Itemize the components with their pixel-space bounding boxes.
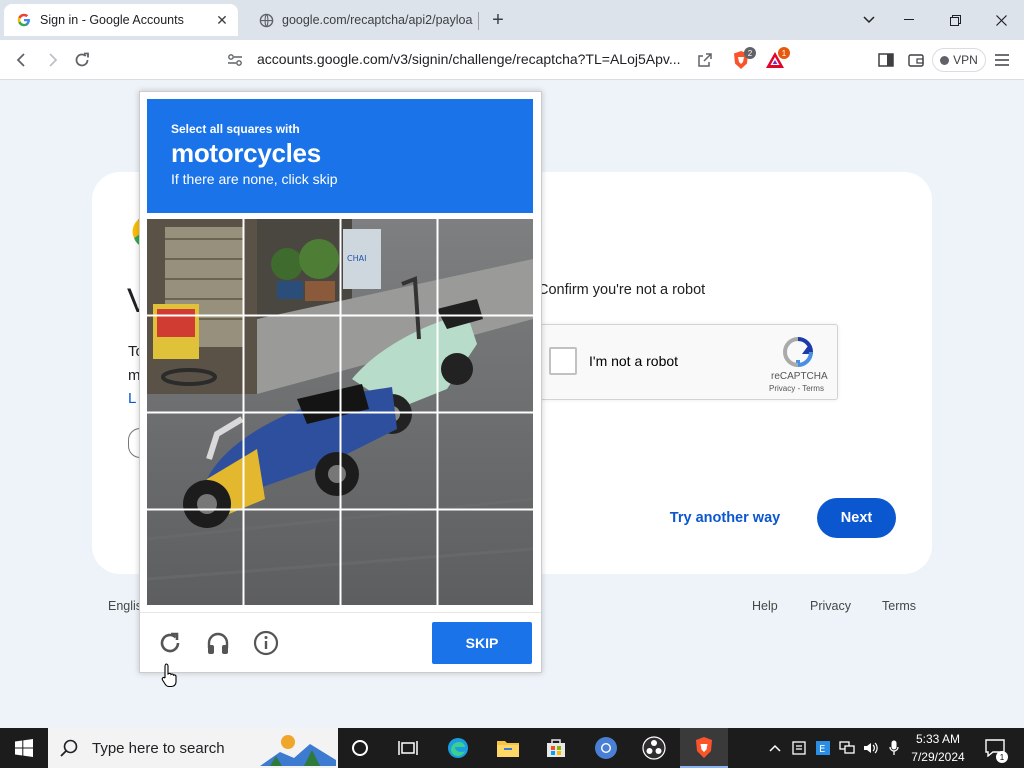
vpn-label: VPN: [953, 53, 978, 67]
grid-tile[interactable]: [438, 510, 533, 605]
url-text[interactable]: accounts.google.com/v3/signin/challenge/…: [257, 51, 682, 67]
edge-icon[interactable]: [434, 728, 482, 768]
grid-tile[interactable]: [244, 510, 339, 605]
windows-start-button[interactable]: [0, 728, 48, 768]
cortana-icon[interactable]: [336, 728, 384, 768]
next-button[interactable]: Next: [817, 498, 896, 538]
audio-headphones-icon[interactable]: [203, 628, 233, 658]
restore-button[interactable]: [932, 0, 978, 40]
language-selector[interactable]: Englis: [108, 599, 142, 613]
back-arrow-icon[interactable]: [8, 46, 36, 74]
volume-icon[interactable]: [860, 728, 882, 768]
reload-icon[interactable]: [68, 46, 96, 74]
notification-count-badge: 1: [996, 751, 1008, 763]
search-placeholder: Type here to search: [92, 739, 225, 757]
grid-tile[interactable]: [147, 413, 242, 508]
tab-signin[interactable]: Sign in - Google Accounts ✕: [4, 4, 238, 36]
chrome-icon[interactable]: [582, 728, 630, 768]
svg-text:E: E: [819, 744, 825, 755]
tab-recaptcha-payload[interactable]: google.com/recaptcha/api2/payloa: [246, 4, 476, 36]
obs-studio-icon[interactable]: [630, 728, 678, 768]
vpn-button[interactable]: VPN: [932, 48, 986, 72]
not-a-robot-label: I'm not a robot: [589, 353, 679, 369]
not-a-robot-checkbox[interactable]: [549, 347, 577, 375]
new-tab-button[interactable]: +: [486, 8, 510, 32]
learn-more-link-partial[interactable]: L: [128, 390, 136, 407]
info-icon[interactable]: [251, 628, 281, 658]
minimize-button[interactable]: [886, 0, 932, 40]
grid-tile[interactable]: [341, 316, 436, 411]
grid-tile[interactable]: [244, 219, 339, 314]
challenge-instruction-line: Select all squares with: [171, 122, 300, 136]
vpn-status-icon: [940, 55, 950, 65]
forward-arrow-icon[interactable]: [38, 46, 66, 74]
clock-date: 7/29/2024: [911, 750, 965, 764]
recaptcha-privacy-terms[interactable]: Privacy - Terms: [769, 384, 824, 393]
grid-tile[interactable]: [438, 413, 533, 508]
recaptcha-brand-text: reCAPTCHA: [771, 371, 828, 382]
grid-tile[interactable]: [341, 413, 436, 508]
google-g-icon: [16, 12, 32, 28]
globe-icon: [258, 12, 274, 28]
close-tab-icon[interactable]: ✕: [212, 10, 232, 30]
recaptcha-logo-icon: [782, 336, 814, 368]
tray-blue-app-icon[interactable]: E: [812, 728, 834, 768]
try-another-way-button[interactable]: Try another way: [664, 500, 786, 536]
confirm-robot-text: Confirm you're not a robot: [538, 282, 706, 298]
challenge-target-object: motorcycles: [171, 138, 321, 168]
challenge-skip-hint: If there are none, click skip: [171, 171, 338, 187]
search-icon: [60, 739, 78, 757]
tab-title: google.com/recaptcha/api2/payloa: [282, 13, 473, 27]
hand-cursor-icon: [161, 663, 177, 688]
taskbar-search-box[interactable]: Type here to search: [48, 728, 338, 768]
menu-hamburger-icon[interactable]: [988, 46, 1016, 74]
close-window-button[interactable]: [978, 0, 1024, 40]
search-highlight-illustration: [260, 735, 336, 766]
grid-tile[interactable]: [438, 316, 533, 411]
site-info-icon[interactable]: [221, 46, 249, 74]
grid-tile[interactable]: [438, 219, 533, 314]
reload-challenge-icon[interactable]: [155, 628, 185, 658]
tray-app-icon[interactable]: [788, 728, 810, 768]
privacy-link[interactable]: Privacy: [810, 599, 851, 613]
terms-link[interactable]: Terms: [882, 599, 916, 613]
tray-overflow-chevron-icon[interactable]: [764, 728, 786, 768]
task-view-icon[interactable]: [384, 728, 432, 768]
grid-tile[interactable]: [147, 316, 242, 411]
tab-separator: [478, 12, 479, 30]
grid-tile[interactable]: [244, 413, 339, 508]
network-icon[interactable]: [836, 728, 858, 768]
microsoft-store-icon[interactable]: [532, 728, 580, 768]
grid-tile[interactable]: [147, 510, 242, 605]
grid-tile[interactable]: [244, 316, 339, 411]
help-link[interactable]: Help: [752, 599, 778, 613]
skip-button[interactable]: SKIP: [432, 622, 532, 664]
sidebar-toggle-icon[interactable]: [872, 46, 900, 74]
grid-tile[interactable]: [341, 219, 436, 314]
share-icon[interactable]: [691, 46, 719, 74]
grid-tile[interactable]: [147, 219, 242, 314]
tab-title: Sign in - Google Accounts: [40, 13, 184, 27]
brave-browser-taskbar-icon[interactable]: [680, 728, 728, 768]
wallet-icon[interactable]: [902, 46, 930, 74]
shields-count-badge: 2: [744, 47, 756, 59]
rewards-count-badge: 1: [778, 47, 790, 59]
clock-time: 5:33 AM: [915, 732, 961, 746]
file-explorer-icon[interactable]: [484, 728, 532, 768]
grid-tile[interactable]: [341, 510, 436, 605]
notification-center-icon[interactable]: [980, 728, 1010, 768]
challenge-divider: [140, 612, 541, 613]
taskbar-clock[interactable]: 5:33 AM 7/29/2024: [898, 730, 978, 766]
